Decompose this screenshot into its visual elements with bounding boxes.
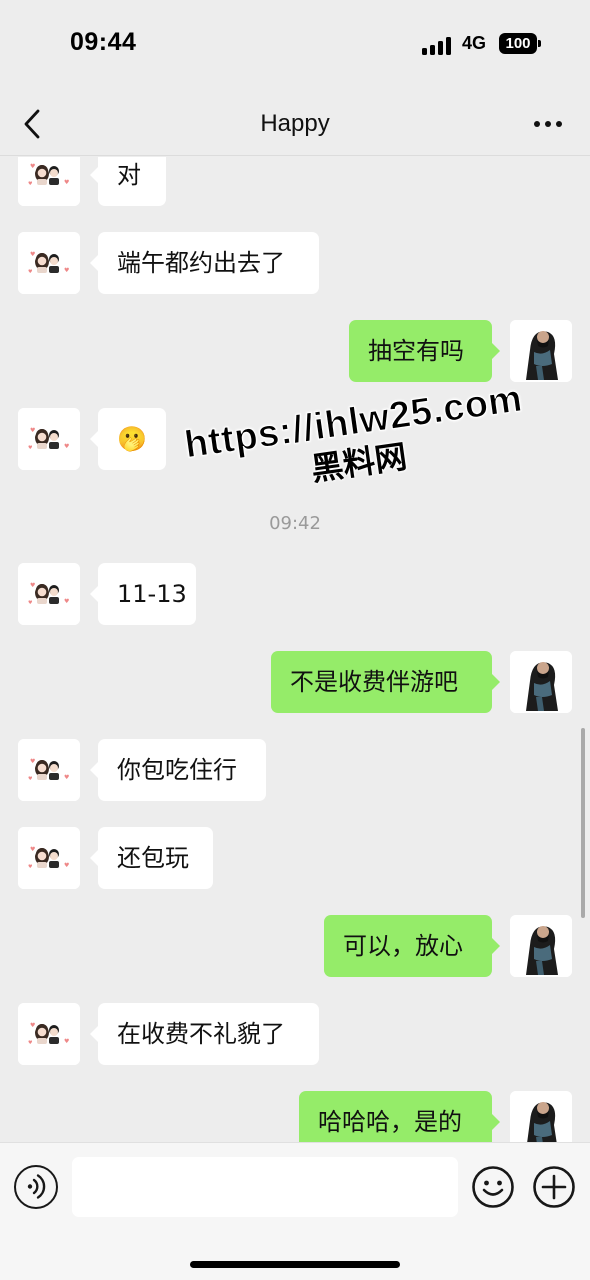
message-bubble-sent[interactable]: 抽空有吗 (349, 320, 500, 382)
svg-text:♥: ♥ (30, 251, 35, 258)
svg-text:♥: ♥ (28, 1040, 33, 1046)
more-button[interactable] (528, 106, 568, 142)
message-bubble-received[interactable]: 你包吃住行 (90, 739, 266, 801)
status-time: 09:44 (70, 28, 137, 56)
contact-avatar[interactable]: ♥ ♥ ♥ (18, 232, 80, 294)
message-timestamp: 09:42 (269, 513, 321, 534)
contact-avatar[interactable]: ♥ ♥ ♥ (18, 408, 80, 470)
voice-icon (27, 1174, 46, 1199)
svg-text:♥: ♥ (28, 181, 33, 187)
contact-avatar[interactable]: ♥ ♥ ♥ (18, 739, 80, 801)
message-input[interactable] (72, 1157, 458, 1217)
message-row-received: ♥ ♥ ♥ 你包吃住行 (0, 739, 590, 801)
svg-text:♥: ♥ (64, 774, 69, 781)
message-bubble-received[interactable]: 对 (90, 157, 166, 206)
more-dots-icon (534, 121, 540, 127)
emoji-button[interactable] (471, 1165, 515, 1209)
message-row-sent: 哈哈哈，是的 (0, 1091, 590, 1142)
svg-text:♥: ♥ (64, 598, 69, 605)
message-row-received: ♥ ♥ ♥ 在收费不礼貌了 (0, 1003, 590, 1065)
plus-icon (533, 1166, 575, 1208)
svg-text:♥: ♥ (30, 582, 35, 589)
voice-button[interactable] (14, 1165, 58, 1209)
message-bubble-sent[interactable]: 可以，放心 (324, 915, 500, 977)
message-row-received: ♥ ♥ ♥ 对 (0, 157, 590, 206)
my-avatar[interactable] (510, 320, 572, 382)
svg-text:♥: ♥ (64, 443, 69, 450)
message-bubble-received[interactable]: 🫢 (90, 408, 166, 470)
message-row-sent: 可以，放心 (0, 915, 590, 977)
contact-avatar[interactable]: ♥ ♥ ♥ (18, 1003, 80, 1065)
svg-text:♥: ♥ (28, 269, 33, 275)
status-bar: 09:44 4G 100 (0, 0, 590, 90)
message-bubble-sent[interactable]: 哈哈哈，是的 (299, 1091, 500, 1142)
my-avatar[interactable] (510, 651, 572, 713)
message-bubble-received[interactable]: 端午都约出去了 (90, 232, 319, 294)
svg-text:♥: ♥ (30, 758, 35, 765)
nav-bar: Happy (0, 92, 590, 156)
svg-text:♥: ♥ (28, 600, 33, 606)
chat-title: Happy (260, 110, 330, 137)
my-avatar[interactable] (510, 915, 572, 977)
message-bubble-received[interactable]: 在收费不礼貌了 (90, 1003, 319, 1065)
battery-icon: 100 (499, 33, 541, 54)
svg-text:♥: ♥ (64, 862, 69, 869)
battery-level: 100 (499, 33, 537, 54)
message-row-sent: 不是收费伴游吧 (0, 651, 590, 713)
message-bubble-received[interactable]: 还包玩 (90, 827, 213, 889)
svg-text:♥: ♥ (30, 846, 35, 853)
message-row-sent: 抽空有吗 (0, 320, 590, 382)
svg-text:♥: ♥ (28, 864, 33, 870)
message-bubble-sent[interactable]: 不是收费伴游吧 (271, 651, 500, 713)
contact-avatar[interactable]: ♥ ♥ ♥ (18, 157, 80, 206)
svg-text:♥: ♥ (28, 445, 33, 451)
svg-text:♥: ♥ (28, 776, 33, 782)
svg-text:♥: ♥ (30, 163, 35, 170)
input-bar (0, 1142, 590, 1280)
emoji-icon (472, 1166, 514, 1208)
svg-text:♥: ♥ (64, 179, 69, 186)
contact-avatar[interactable]: ♥ ♥ ♥ (18, 563, 80, 625)
svg-text:♥: ♥ (64, 267, 69, 274)
chat-message-list[interactable]: ♥ ♥ ♥ 对 ♥ ♥ ♥ 端午都约出去了 抽空有吗 ♥ ♥ ♥ 🫢 09:42 ♥ ♥ ♥ 11-13 不是收费伴… (0, 157, 590, 1142)
contact-avatar[interactable]: ♥ ♥ ♥ (18, 827, 80, 889)
message-bubble-received[interactable]: 11-13 (90, 563, 196, 625)
message-row-received: ♥ ♥ ♥ 11-13 (0, 563, 590, 625)
svg-text:♥: ♥ (30, 427, 35, 434)
message-row-received: ♥ ♥ ♥ 端午都约出去了 (0, 232, 590, 294)
home-indicator (190, 1261, 400, 1268)
my-avatar[interactable] (510, 1091, 572, 1142)
scrollbar[interactable] (581, 728, 585, 918)
signal-icon (422, 35, 452, 55)
network-label: 4G (462, 33, 487, 53)
message-row-received: ♥ ♥ ♥ 🫢 (0, 408, 590, 470)
add-button[interactable] (532, 1165, 576, 1209)
message-row-received: ♥ ♥ ♥ 还包玩 (0, 827, 590, 889)
svg-text:♥: ♥ (30, 1022, 35, 1029)
svg-text:♥: ♥ (64, 1038, 69, 1045)
